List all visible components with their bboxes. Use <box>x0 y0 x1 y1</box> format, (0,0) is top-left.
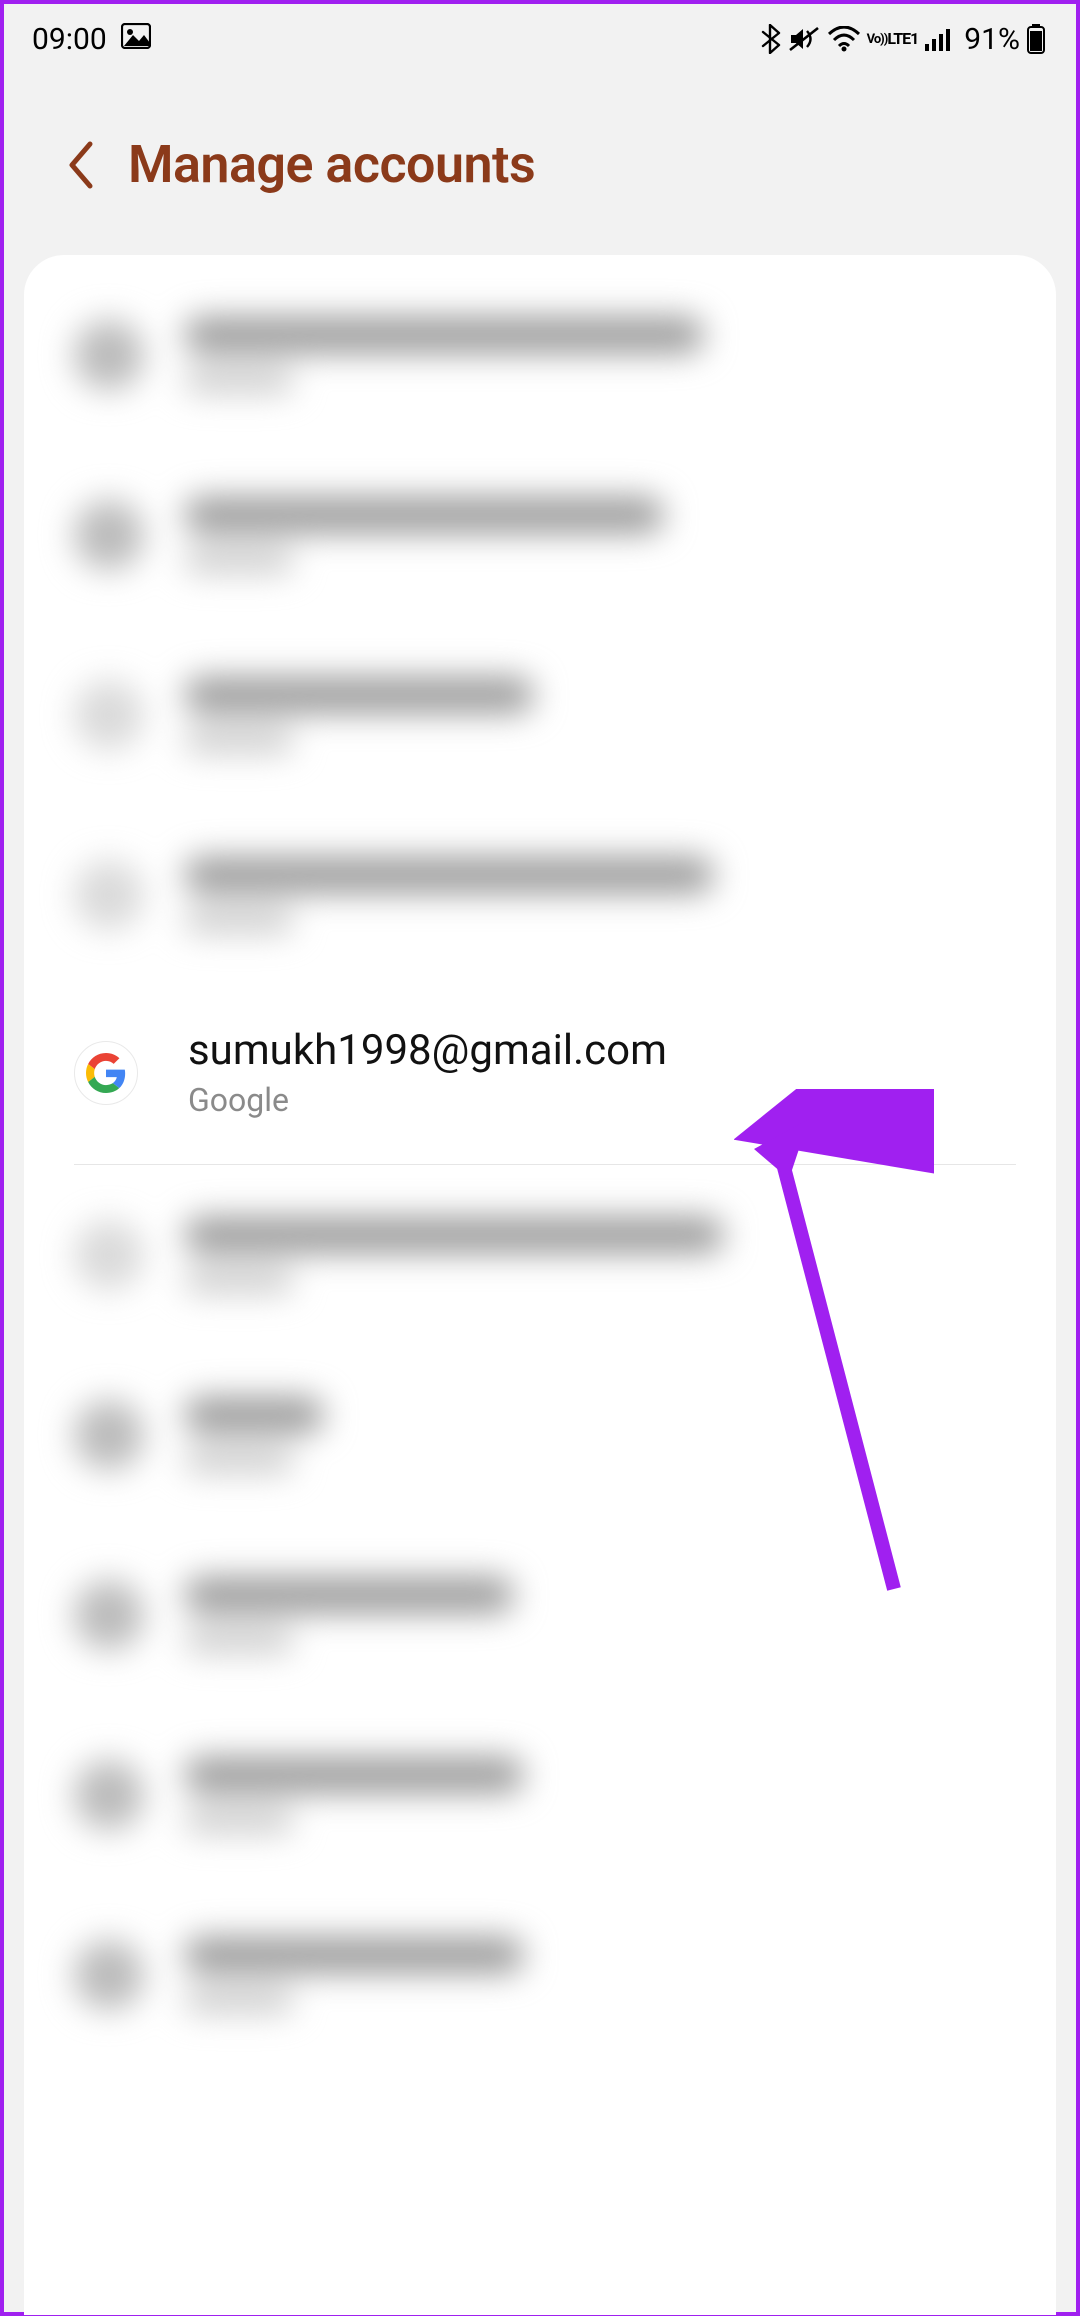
account-avatar <box>74 860 144 930</box>
back-button[interactable] <box>64 138 98 192</box>
status-bar: 09:00 Vo))LTE1 91% <box>4 4 1076 74</box>
account-avatar <box>74 1940 144 2010</box>
account-row-redacted[interactable] <box>24 265 1056 445</box>
account-text: sumukh1998@gmail.com Google <box>188 1026 1016 1119</box>
status-time: 09:00 <box>32 22 107 57</box>
account-row-redacted[interactable] <box>24 805 1056 985</box>
account-avatar <box>74 500 144 570</box>
wifi-icon <box>827 26 861 52</box>
account-text <box>184 1577 1016 1653</box>
account-avatar <box>74 1760 144 1830</box>
account-provider: Google <box>188 1081 1016 1119</box>
cell-signal-icon <box>924 26 954 52</box>
account-avatar <box>74 1400 144 1470</box>
account-text <box>184 497 1016 573</box>
vibrate-mute-icon <box>787 24 821 54</box>
account-row-redacted[interactable] <box>24 1165 1056 1345</box>
accounts-card: sumukh1998@gmail.com Google <box>24 255 1056 2315</box>
account-row-redacted[interactable] <box>24 1705 1056 1885</box>
account-avatar <box>74 320 144 390</box>
page-title: Manage accounts <box>128 134 535 195</box>
battery-icon <box>1026 24 1046 54</box>
status-bar-left: 09:00 <box>32 22 151 57</box>
picture-icon <box>121 22 151 57</box>
account-row-redacted[interactable] <box>24 1885 1056 2065</box>
account-avatar <box>74 1580 144 1650</box>
account-text <box>184 1937 1016 2013</box>
account-avatar <box>74 680 144 750</box>
account-row-redacted[interactable] <box>24 1345 1056 1525</box>
bluetooth-icon <box>759 24 781 54</box>
account-text <box>184 1217 1016 1293</box>
account-text <box>184 857 1016 933</box>
page-header: Manage accounts <box>4 74 1076 255</box>
status-bar-right: Vo))LTE1 91% <box>759 22 1046 57</box>
account-row-redacted[interactable] <box>24 1525 1056 1705</box>
account-row-redacted[interactable] <box>24 625 1056 805</box>
account-text <box>184 677 1016 753</box>
focused-account-row[interactable]: sumukh1998@gmail.com Google <box>74 985 1016 1165</box>
account-text <box>184 1757 1016 1833</box>
account-text <box>184 317 1016 393</box>
battery-percent: 91% <box>964 22 1020 57</box>
account-email: sumukh1998@gmail.com <box>188 1026 1016 1075</box>
volte-icon: Vo))LTE1 <box>867 31 919 47</box>
account-text <box>184 1397 1016 1473</box>
account-row-redacted[interactable] <box>24 445 1056 625</box>
google-icon <box>74 1041 138 1105</box>
account-avatar <box>74 1220 144 1290</box>
